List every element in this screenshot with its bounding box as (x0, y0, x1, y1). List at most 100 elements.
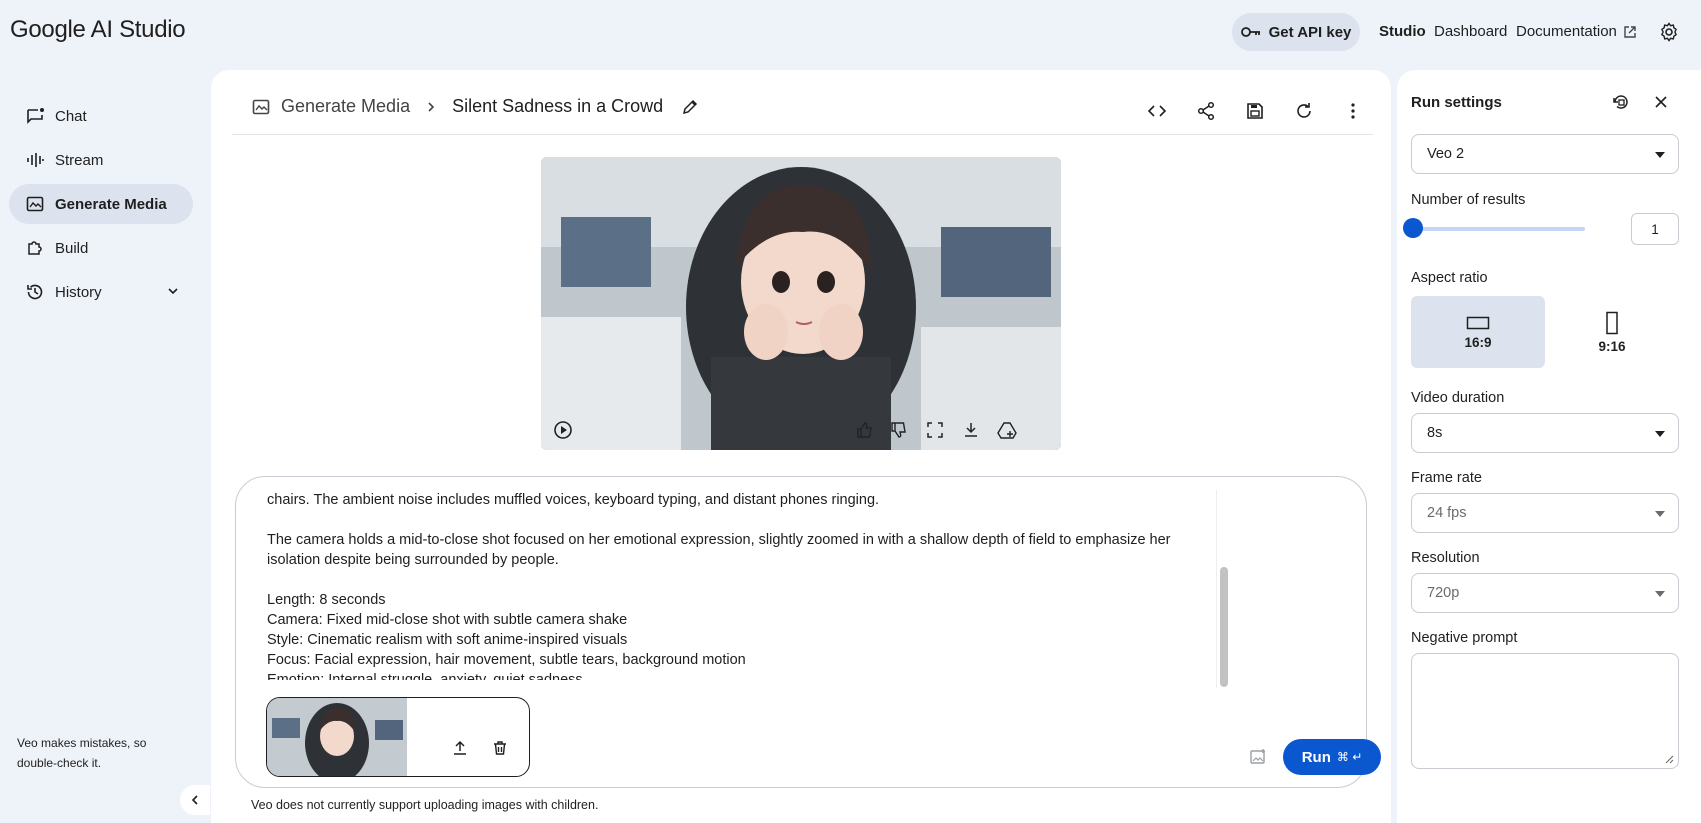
sidebar-item-chat[interactable]: Chat (9, 96, 193, 136)
aspect-option-label: 9:16 (1598, 338, 1626, 354)
prompt-line: Style: Cinematic realism with soft anime… (267, 632, 628, 648)
sidebar-item-build[interactable]: Build (9, 228, 193, 268)
prompt-scrollbar[interactable] (1216, 490, 1230, 688)
history-icon (25, 282, 45, 302)
sidebar-item-label: History (55, 283, 102, 301)
add-image-icon[interactable] (1249, 748, 1267, 766)
resolution-value: 720p (1427, 585, 1460, 601)
scrollbar-thumb[interactable] (1220, 567, 1228, 687)
model-select-value: Veo 2 (1427, 146, 1465, 162)
external-link-icon (1623, 25, 1637, 39)
get-api-key-button[interactable]: Get API key (1232, 13, 1360, 51)
main-panel: Generate Media Silent Sadness in a Crowd (211, 70, 1391, 823)
run-label: Run (1301, 748, 1331, 766)
caret-down-icon (1654, 151, 1666, 159)
edit-title-icon[interactable] (681, 98, 699, 116)
caret-down-icon (1654, 430, 1666, 438)
aspect-option-9-16[interactable]: 9:16 (1545, 296, 1679, 368)
sidebar-item-generate-media[interactable]: Generate Media (9, 184, 193, 224)
chevron-down-icon (167, 285, 179, 297)
attached-image-thumbnail[interactable] (267, 698, 407, 776)
video-duration-select[interactable]: 8s (1411, 413, 1679, 453)
prompt-line: The camera holds a mid-to-close shot foc… (267, 532, 1171, 568)
fullscreen-icon[interactable] (921, 416, 949, 444)
frame-rate-label: Frame rate (1411, 470, 1482, 486)
more-vert-icon[interactable] (1338, 96, 1367, 125)
prompt-title: Silent Sadness in a Crowd (452, 96, 664, 116)
portrait-icon (1604, 311, 1620, 335)
negative-prompt-label: Negative prompt (1411, 630, 1518, 646)
breadcrumb-root[interactable]: Generate Media (281, 96, 410, 117)
prompt-line: chairs. The ambient noise includes muffl… (267, 492, 880, 508)
prompt-blank-line (267, 570, 1217, 590)
veo-disclaimer: Veo makes mistakes, so double-check it. (17, 736, 147, 770)
documentation-label: Documentation (1516, 23, 1617, 40)
upload-warning: Veo does not currently support uploading… (251, 798, 599, 812)
prompt-line: Emotion: Internal struggle, anxiety, qui… (267, 672, 583, 680)
video-frame-illustration (541, 157, 1061, 450)
caret-down-icon (1654, 590, 1666, 598)
aspect-ratio-label: Aspect ratio (1411, 270, 1488, 286)
frame-rate-value: 24 fps (1427, 505, 1467, 521)
aspect-option-label: 16:9 (1464, 334, 1492, 350)
key-icon (1240, 25, 1261, 39)
run-settings-panel: Run settings Veo 2 Number of results 1 A… (1397, 70, 1701, 823)
sidebar-item-history[interactable]: History (9, 272, 193, 312)
chevron-right-icon (426, 101, 436, 113)
run-button[interactable]: Run ⌘ ↵ (1283, 739, 1381, 775)
header-toolbar (1142, 96, 1367, 125)
waveform-icon (25, 150, 45, 170)
save-icon[interactable] (1240, 96, 1269, 125)
code-icon[interactable] (1142, 96, 1171, 125)
chevron-left-icon (190, 794, 200, 806)
resize-handle-icon[interactable] (1664, 754, 1674, 764)
delete-icon[interactable] (489, 737, 511, 759)
sidebar-item-stream[interactable]: Stream (9, 140, 193, 180)
chat-icon (25, 106, 45, 126)
studio-link[interactable]: Studio (1379, 23, 1426, 40)
thumbs-down-icon[interactable] (885, 416, 913, 444)
landscape-icon (1466, 315, 1490, 331)
generated-video[interactable] (541, 157, 1061, 450)
get-api-key-label: Get API key (1268, 23, 1352, 41)
app-logo[interactable]: Google AI Studio (10, 16, 186, 44)
video-duration-value: 8s (1427, 425, 1443, 441)
sidebar-item-label: Generate Media (55, 195, 167, 213)
upload-icon[interactable] (449, 737, 471, 759)
resolution-select[interactable]: 720p (1411, 573, 1679, 613)
prompt-blank-line (267, 510, 1217, 530)
prompt-line: Camera: Fixed mid-close shot with subtle… (267, 612, 628, 628)
negative-prompt-input[interactable] (1411, 653, 1679, 769)
download-icon[interactable] (957, 416, 985, 444)
run-settings-title: Run settings (1411, 94, 1502, 111)
media-icon (25, 194, 45, 214)
close-icon[interactable] (1651, 92, 1671, 112)
prompt-line: Focus: Facial expression, hair movement,… (267, 652, 746, 668)
num-results-label: Number of results (1411, 192, 1526, 208)
prompt-line: Length: 8 seconds (267, 592, 386, 608)
reset-settings-icon[interactable] (1611, 92, 1631, 112)
aspect-option-16-9[interactable]: 16:9 (1411, 296, 1545, 368)
collapse-sidebar-button[interactable] (180, 785, 210, 815)
frame-rate-select[interactable]: 24 fps (1411, 493, 1679, 533)
share-icon[interactable] (1191, 96, 1220, 125)
sidebar-item-label: Build (55, 239, 89, 257)
prompt-input[interactable]: chairs. The ambient noise includes muffl… (267, 490, 1217, 680)
model-select[interactable]: Veo 2 (1411, 134, 1679, 174)
resolution-label: Resolution (1411, 550, 1480, 566)
sidebar-item-label: Stream (55, 151, 104, 169)
dashboard-link[interactable]: Dashboard (1434, 23, 1507, 40)
play-icon[interactable] (549, 416, 577, 444)
attached-image-card (266, 697, 530, 777)
header-divider (232, 134, 1373, 135)
sidebar-item-label: Chat (55, 107, 87, 125)
documentation-link[interactable]: Documentation (1516, 23, 1637, 40)
num-results-slider[interactable] (1415, 227, 1585, 231)
thumbs-up-icon[interactable] (851, 416, 879, 444)
gear-icon[interactable] (1659, 22, 1679, 42)
save-to-drive-icon[interactable] (993, 416, 1021, 444)
refresh-icon[interactable] (1289, 96, 1318, 125)
slider-handle[interactable] (1403, 218, 1423, 238)
num-results-input[interactable]: 1 (1631, 213, 1679, 245)
run-shortcut: ⌘ ↵ (1336, 750, 1363, 764)
